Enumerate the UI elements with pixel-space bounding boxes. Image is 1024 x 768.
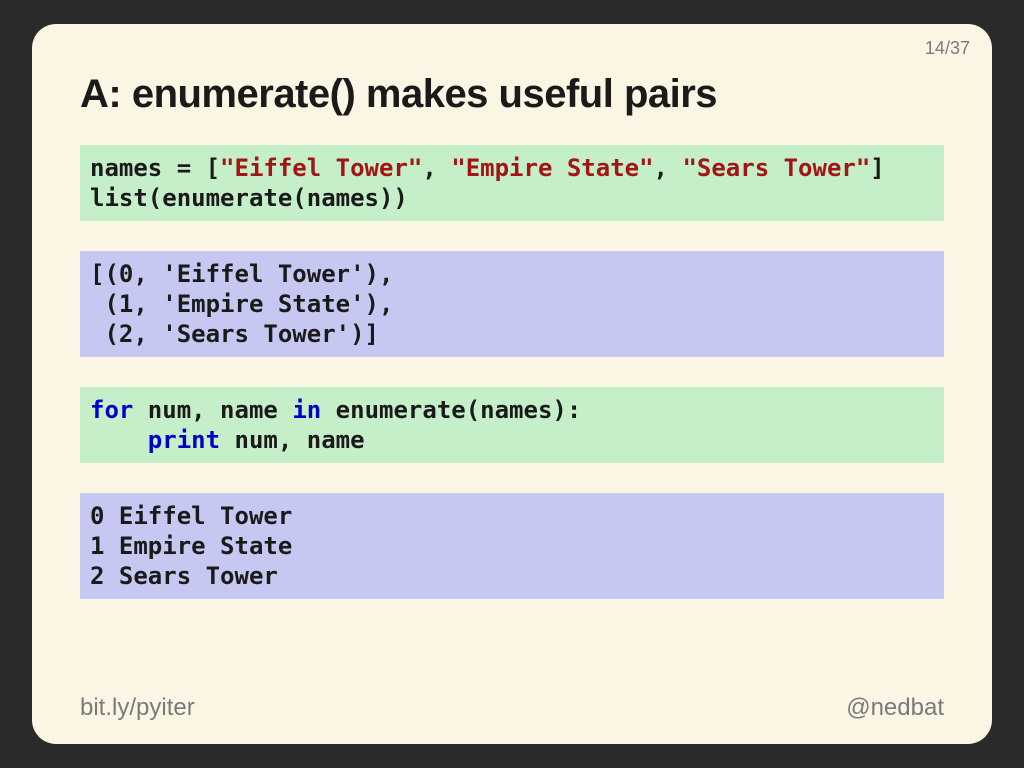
footer-handle: @nedbat: [846, 694, 944, 722]
string-literal: "Sears Tower": [682, 154, 870, 182]
code-text: ,: [422, 154, 451, 182]
output-block-1: [(0, 'Eiffel Tower'), (1, 'Empire State'…: [80, 251, 944, 357]
code-text: ,: [654, 154, 683, 182]
page-current: 14: [925, 38, 945, 58]
string-literal: "Empire State": [451, 154, 653, 182]
string-literal: "Eiffel Tower": [220, 154, 422, 182]
page-total: 37: [950, 38, 970, 58]
slide: 14/37 A: enumerate() makes useful pairs …: [32, 24, 992, 744]
keyword: for: [90, 396, 133, 424]
footer-link: bit.ly/pyiter: [80, 694, 195, 722]
footer: bit.ly/pyiter @nedbat: [80, 694, 944, 722]
code-text: names = [: [90, 154, 220, 182]
code-text: num, name: [133, 396, 292, 424]
output-block-2: 0 Eiffel Tower 1 Empire State 2 Sears To…: [80, 493, 944, 599]
page-counter: 14/37: [925, 38, 970, 59]
keyword: in: [292, 396, 321, 424]
code-block-2: for num, name in enumerate(names): print…: [80, 387, 944, 463]
code-text: num, name: [220, 426, 365, 454]
code-block-1: names = ["Eiffel Tower", "Empire State",…: [80, 145, 944, 221]
slide-title: A: enumerate() makes useful pairs: [80, 72, 944, 117]
keyword: print: [148, 426, 220, 454]
